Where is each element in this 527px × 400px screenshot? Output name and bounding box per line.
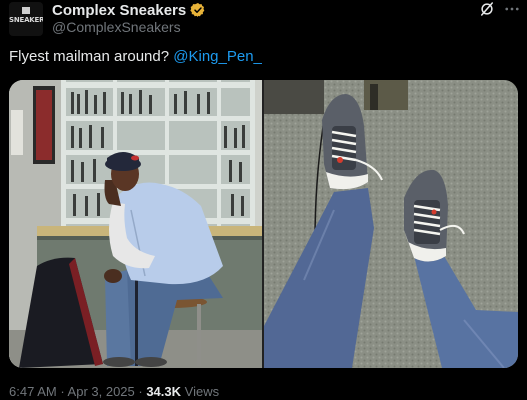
separator-dot: ·: [56, 384, 68, 399]
photo-man-seated-mailroom-image: [9, 80, 262, 368]
avatar-text: SNEAKERS: [9, 16, 43, 24]
display-name[interactable]: Complex Sneakers: [52, 2, 186, 19]
handle[interactable]: @ComplexSneakers: [52, 19, 181, 35]
avatar[interactable]: SNEAKERS: [9, 2, 43, 36]
media-grid: [9, 80, 518, 368]
separator-dot-2: ·: [134, 384, 147, 399]
tweet-text: Flyest mailman around? @King_Pen_: [9, 48, 262, 65]
post-time[interactable]: 6:47 AM: [9, 384, 57, 399]
photo-sneakers-carpet-image: [264, 80, 518, 368]
photo-sneakers-carpet[interactable]: [264, 80, 518, 368]
verified-badge-icon[interactable]: [190, 2, 206, 18]
tweet-metadata: 6:47 AM · Apr 3, 2025 · 34.3K Views: [9, 384, 219, 399]
name-row: Complex Sneakers: [52, 1, 206, 19]
views-count[interactable]: 34.3K: [146, 384, 181, 399]
views-label: Views: [181, 384, 220, 399]
grok-icon[interactable]: [478, 0, 496, 18]
more-icon[interactable]: [503, 0, 521, 18]
tweet-header: SNEAKERS Complex Sneakers @ComplexSneake…: [0, 0, 527, 44]
mention-link[interactable]: @King_Pen_: [173, 48, 262, 65]
photo-man-seated-mailroom[interactable]: [9, 80, 262, 368]
post-date[interactable]: Apr 3, 2025: [68, 384, 135, 399]
tweet-body: Flyest mailman around?: [9, 48, 174, 65]
avatar-logo-mark: [22, 7, 30, 14]
